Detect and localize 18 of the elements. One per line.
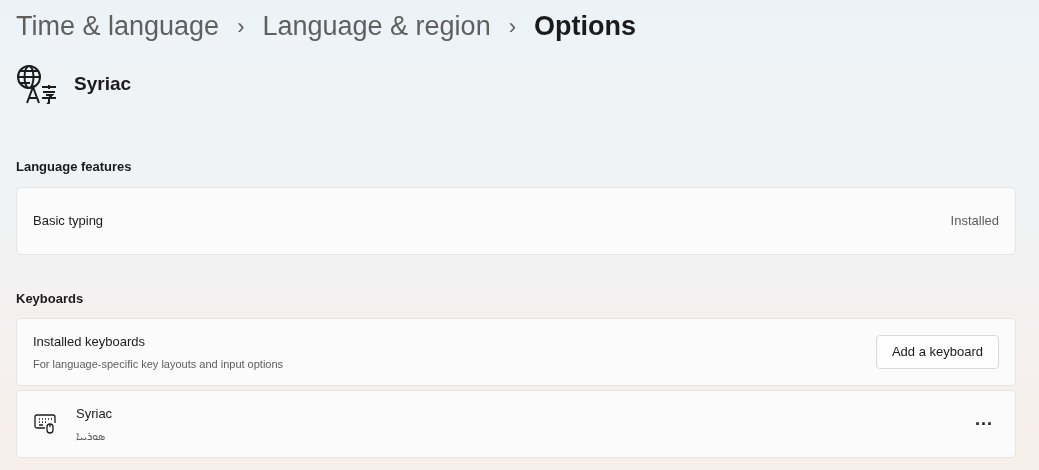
row-subtitle: For language-specific key layouts and input options (33, 356, 285, 372)
breadcrumb-link[interactable]: Language & region (262, 4, 491, 48)
breadcrumb-link[interactable]: Time & language (16, 4, 220, 48)
row-title: Syriac (76, 405, 114, 423)
breadcrumb-separator: › (237, 12, 245, 41)
status-text: Installed (950, 211, 999, 230)
add-keyboard-button[interactable]: Add a keyboard (875, 335, 999, 369)
breadcrumb-separator: › (508, 12, 516, 41)
language-icon (16, 64, 58, 104)
row-title: Basic typing (33, 211, 105, 230)
section-heading: Language features (16, 158, 133, 176)
page-title: Options (534, 10, 636, 43)
more-options-button[interactable]: ··· (969, 410, 999, 438)
language-name: Syriac (74, 71, 132, 96)
row-subtitle: ܣܘܪܝܝܐ (76, 428, 106, 444)
keyboard-icon (34, 414, 56, 434)
row-title: Installed keyboards (33, 333, 146, 351)
section-heading: Keyboards (16, 289, 85, 308)
